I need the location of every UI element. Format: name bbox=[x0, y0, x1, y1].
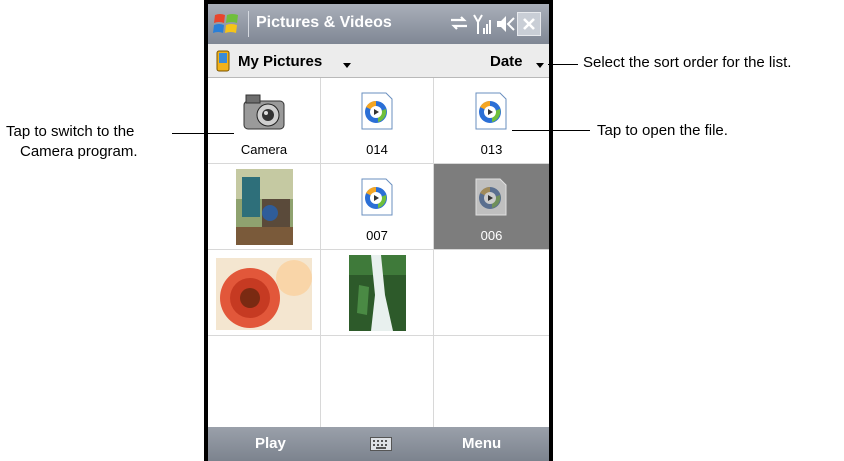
device-folder-icon bbox=[216, 50, 230, 72]
grid-item-empty bbox=[434, 336, 549, 427]
grid-item-camera[interactable]: Camera bbox=[208, 78, 321, 164]
grid-item-label: 007 bbox=[366, 228, 388, 243]
grid-item-label: 014 bbox=[366, 142, 388, 157]
media-file-icon bbox=[361, 178, 393, 216]
callout-camera-line1: Tap to switch to the bbox=[6, 123, 135, 140]
grid-item-photo-waterfall[interactable] bbox=[321, 250, 434, 336]
grid-item-007[interactable]: 007 bbox=[321, 164, 434, 250]
app-title: Pictures & Videos bbox=[256, 14, 392, 31]
photo-thumbnail-waterfall bbox=[349, 255, 406, 331]
grid-item-empty bbox=[434, 250, 549, 336]
folder-dropdown[interactable]: My Pictures bbox=[238, 53, 322, 70]
camera-icon bbox=[243, 94, 285, 130]
grid-item-photo-flower[interactable] bbox=[208, 250, 321, 336]
callout-sort-leader bbox=[548, 64, 578, 65]
volume-icon[interactable] bbox=[496, 12, 516, 36]
media-file-icon bbox=[475, 178, 507, 216]
sort-dropdown-chevron-icon[interactable] bbox=[536, 63, 544, 68]
windows-start-icon[interactable] bbox=[212, 11, 242, 37]
grid-item-label: Camera bbox=[240, 142, 288, 157]
media-file-icon bbox=[361, 92, 393, 130]
grid-item-014[interactable]: 014 bbox=[321, 78, 434, 164]
callout-camera-leader bbox=[172, 133, 234, 134]
grid-item-label: 013 bbox=[480, 142, 503, 157]
title-separator bbox=[248, 11, 249, 37]
softkey-bar: Play Menu bbox=[208, 427, 549, 461]
play-softkey[interactable]: Play bbox=[255, 435, 286, 452]
title-bar: Pictures & Videos bbox=[208, 4, 549, 44]
keyboard-icon[interactable] bbox=[370, 437, 392, 451]
callout-open-leader bbox=[512, 130, 590, 131]
photo-thumbnail bbox=[236, 169, 293, 245]
sync-icon[interactable] bbox=[448, 12, 470, 34]
sort-dropdown[interactable]: Date bbox=[490, 53, 523, 70]
close-icon bbox=[523, 18, 535, 30]
grid-item-photo[interactable] bbox=[208, 164, 321, 250]
photo-thumbnail-flower bbox=[216, 258, 312, 330]
grid-item-empty bbox=[208, 336, 321, 427]
media-file-icon bbox=[475, 92, 507, 130]
menu-softkey[interactable]: Menu bbox=[462, 435, 501, 452]
signal-icon[interactable] bbox=[472, 12, 494, 36]
close-button[interactable] bbox=[517, 12, 541, 36]
callout-camera-line2: Camera program. bbox=[20, 143, 138, 160]
grid-item-label: 006 bbox=[480, 228, 503, 243]
grid-item-013[interactable]: 013 bbox=[434, 78, 549, 164]
grid-item-empty bbox=[321, 336, 434, 427]
callout-open: Tap to open the file. bbox=[597, 122, 728, 139]
callout-sort: Select the sort order for the list. bbox=[583, 54, 792, 71]
grid-item-006-selected[interactable]: 006 bbox=[434, 164, 549, 250]
folder-toolbar: My Pictures Date bbox=[208, 44, 549, 78]
folder-dropdown-chevron-icon[interactable] bbox=[343, 63, 351, 68]
thumbnail-grid: Camera 014 013 007 006 bbox=[208, 78, 549, 427]
